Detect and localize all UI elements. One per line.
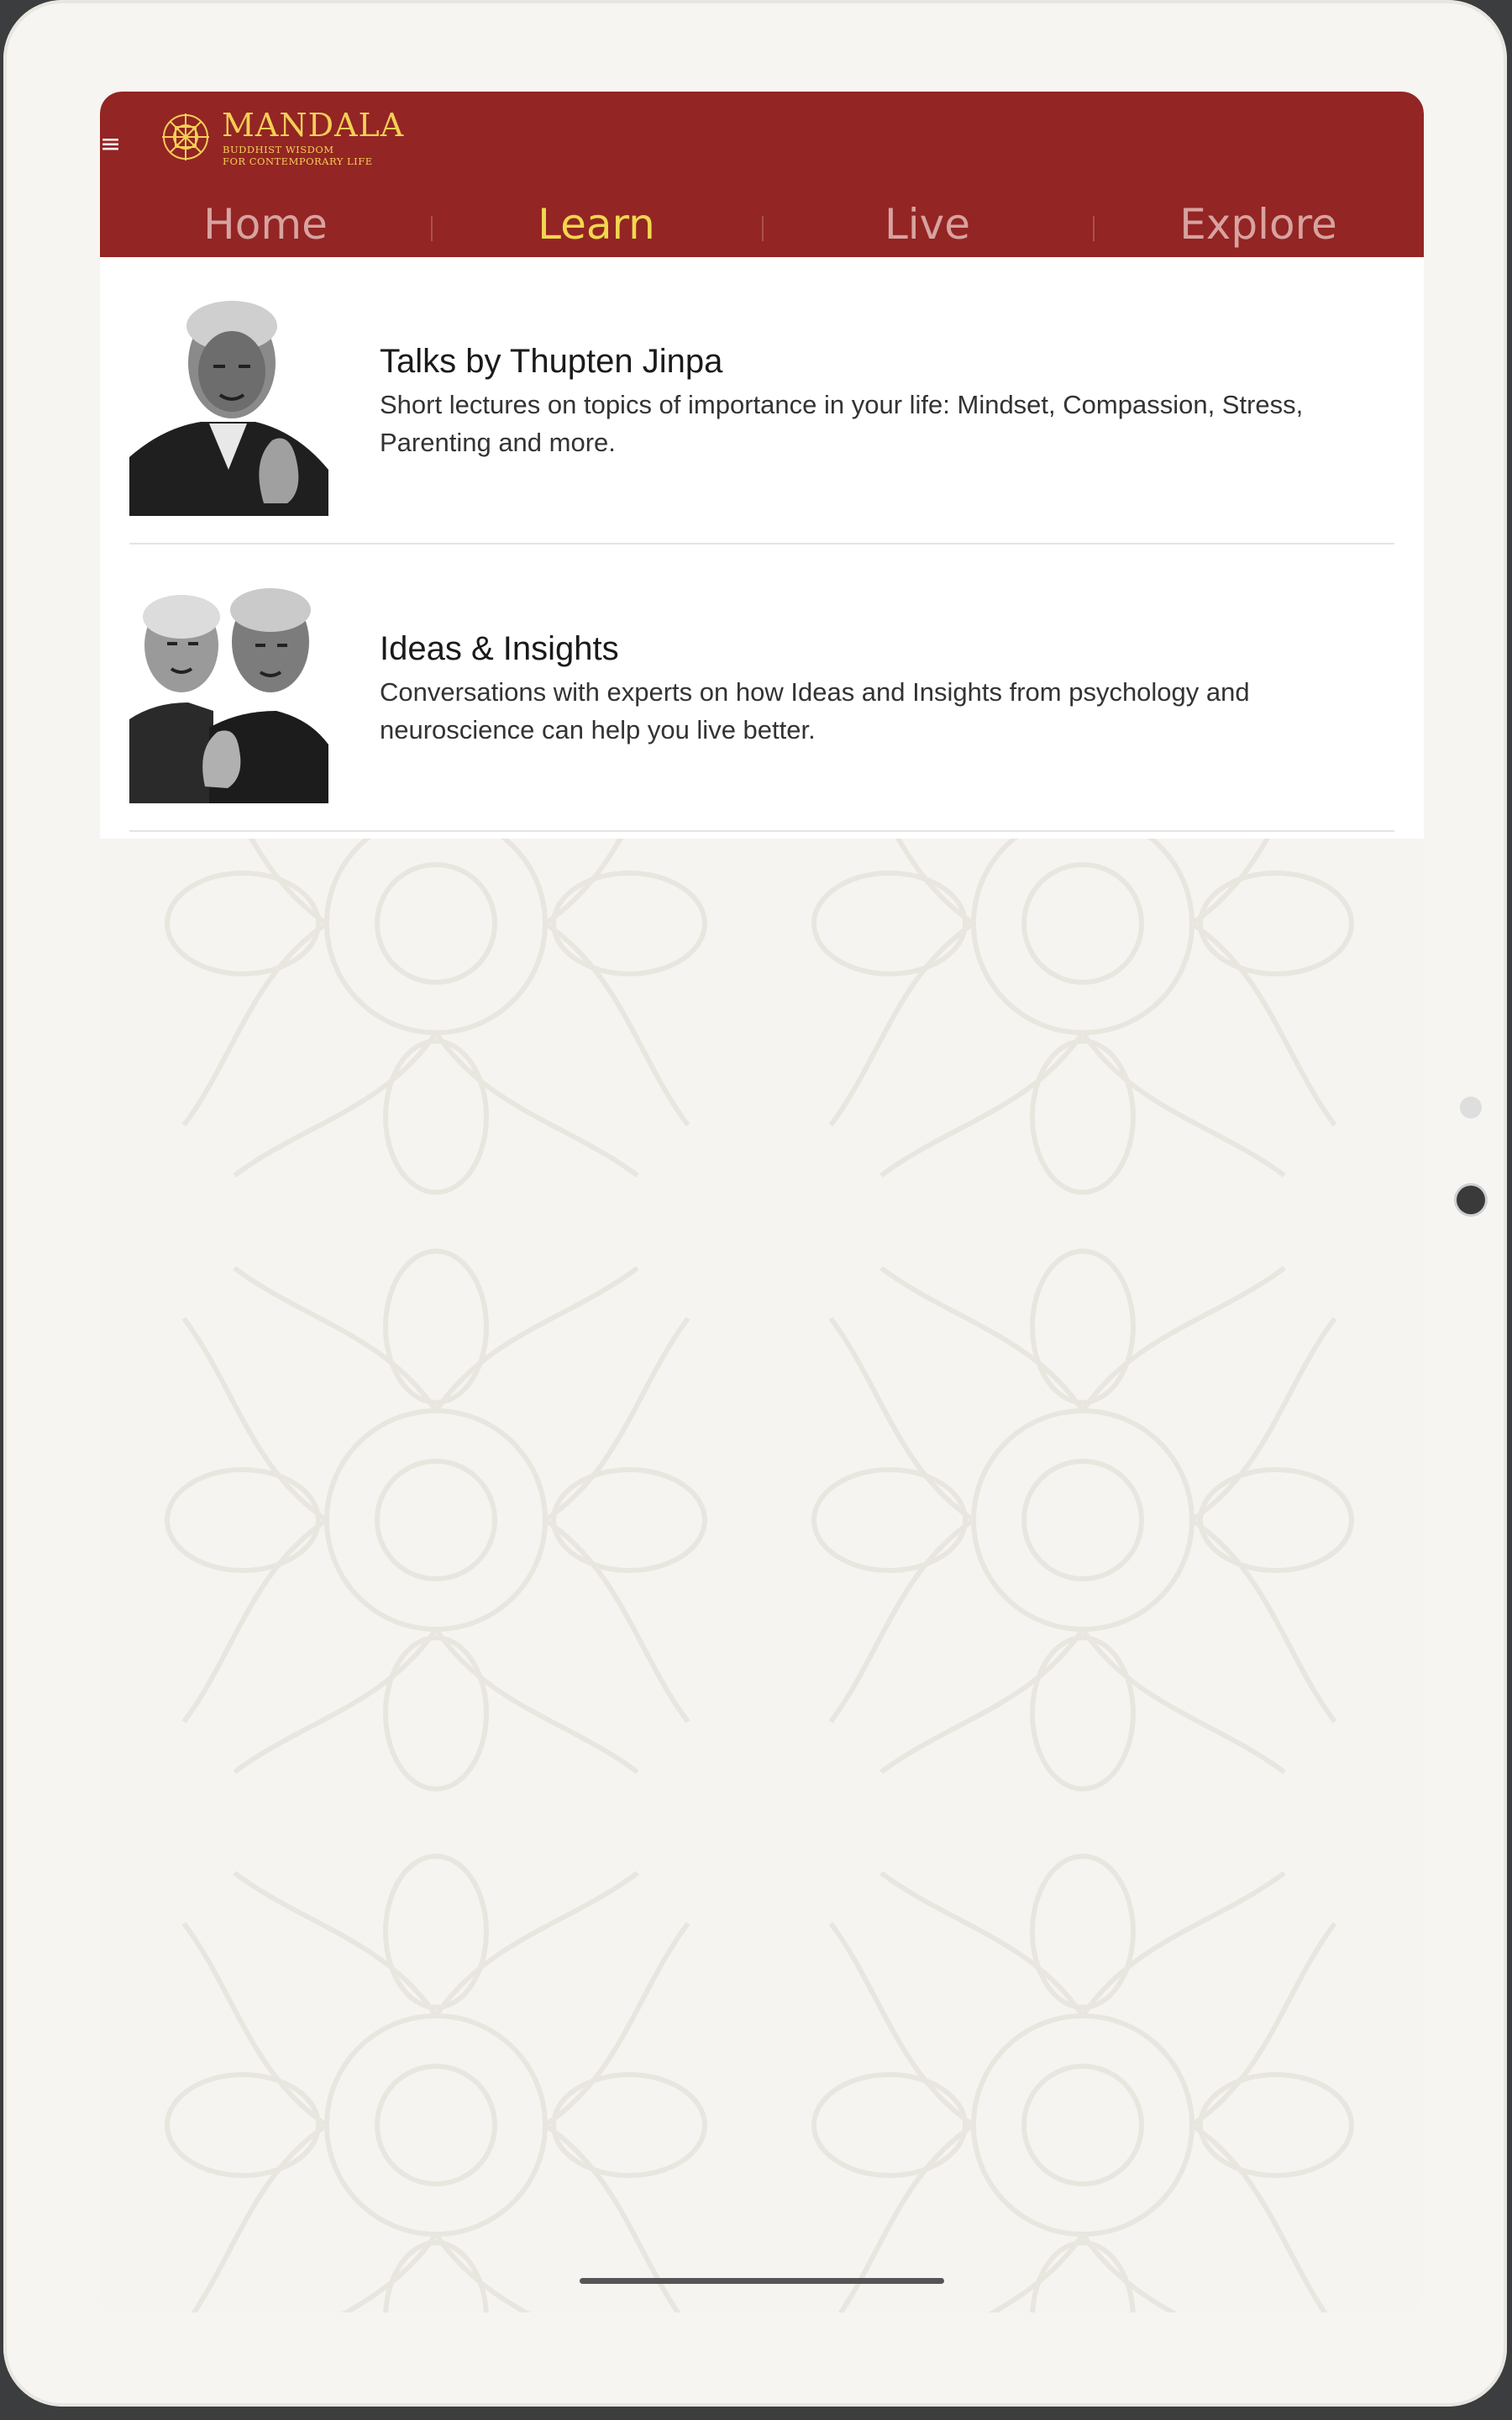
app-header: ≡ MANDALA BUDDHIST WISDOM FOR CONTEMPORA… [100, 92, 1424, 257]
list-item-description: Short lectures on topics of importance i… [380, 390, 1304, 457]
mandala-logo-icon [162, 113, 209, 160]
list-item-title: Ideas & Insights [380, 630, 619, 667]
ideas-insights-portrait [129, 576, 328, 803]
main-tabs: Home Learn Live Explore [100, 192, 1424, 257]
side-sensor [1460, 1097, 1482, 1118]
home-indicator[interactable] [580, 2278, 944, 2284]
tab-home[interactable]: Home [100, 192, 431, 257]
list-divider [129, 830, 1394, 832]
app-screen: ≡ MANDALA BUDDHIST WISDOM FOR CONTEMPORA… [100, 92, 1424, 2312]
tablet-frame: ≡ MANDALA BUDDHIST WISDOM FOR CONTEMPORA… [3, 0, 1507, 2407]
hamburger-icon[interactable]: ≡ [100, 129, 121, 160]
list-item-talks[interactable]: Talks by Thupten Jinpa Short lectures on… [129, 257, 1394, 544]
logo-title: MANDALA [222, 107, 405, 144]
tab-explore[interactable]: Explore [1093, 192, 1424, 257]
tab-learn[interactable]: Learn [431, 192, 762, 257]
side-camera [1457, 1186, 1485, 1214]
list-item-title: Talks by Thupten Jinpa [380, 343, 723, 380]
thupten-jinpa-portrait [129, 289, 328, 516]
list-item-description: Conversations with experts on how Ideas … [380, 677, 1250, 744]
logo-subtitle: FOR CONTEMPORARY LIFE [223, 155, 373, 167]
learn-list: Talks by Thupten Jinpa Short lectures on… [100, 257, 1424, 839]
list-item-ideas-insights[interactable]: Ideas & Insights Conversations with expe… [129, 544, 1394, 832]
tab-live[interactable]: Live [762, 192, 1093, 257]
logo-subtitle: BUDDHIST WISDOM [223, 144, 334, 155]
